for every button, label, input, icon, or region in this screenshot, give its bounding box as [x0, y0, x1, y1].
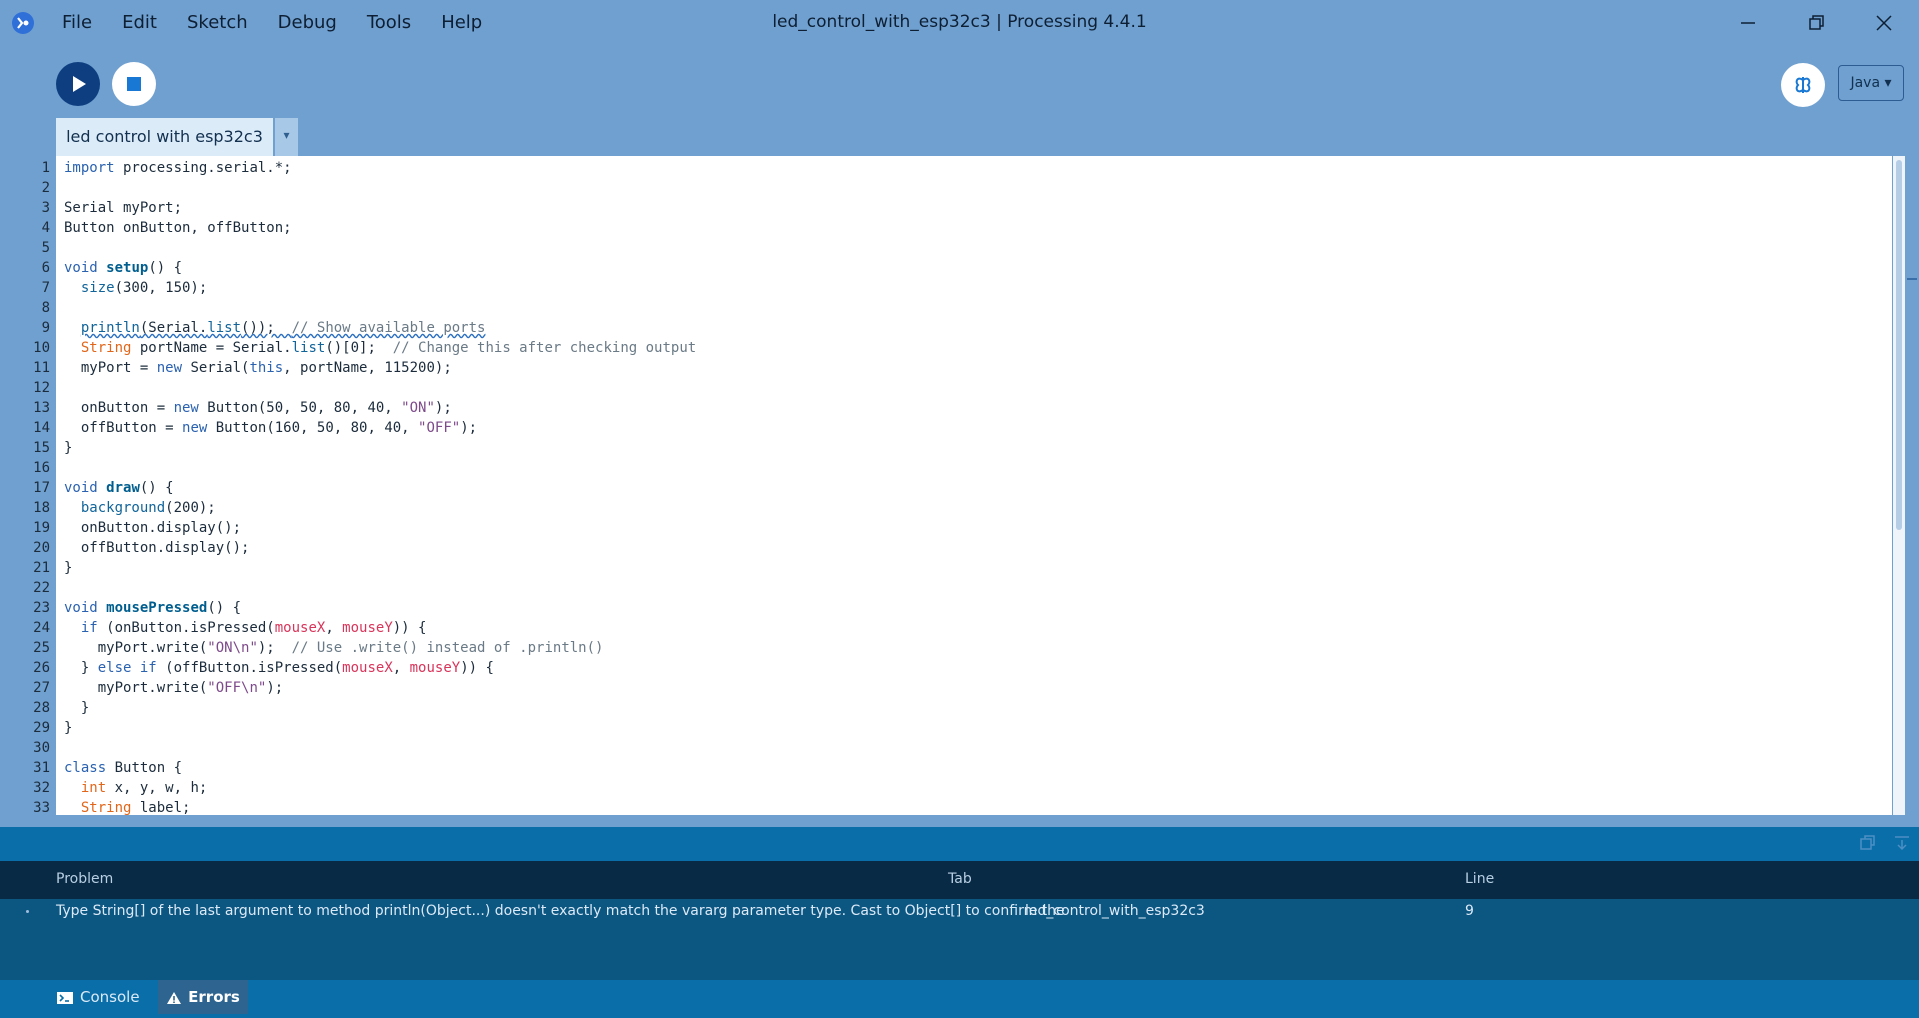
code-line: } else if (offButton.isPressed(mouseX, m…	[64, 660, 494, 676]
line-number: 32	[33, 780, 50, 796]
code-line: class Button {	[64, 760, 183, 776]
code-line: myPort = new Serial(this, portName, 1152…	[64, 360, 452, 376]
line-number: 27	[33, 680, 50, 696]
code-line: offButton = new Button(160, 50, 80, 40, …	[64, 420, 478, 436]
line-number: 15	[33, 440, 50, 456]
code-line: void mousePressed() {	[64, 600, 242, 616]
line-number: 26	[33, 660, 50, 676]
line-number: 6	[41, 260, 50, 276]
code-line: String label;	[80, 800, 191, 815]
line-number: 30	[33, 740, 50, 756]
title-bar: File Edit Sketch Debug Tools Help led_co…	[0, 0, 1919, 46]
code-line: String portName = Serial.list()[0]; // C…	[80, 340, 697, 356]
code-line: }	[64, 440, 73, 456]
line-number: 19	[33, 520, 50, 536]
console-icon	[57, 991, 73, 1004]
play-icon	[73, 76, 86, 92]
line-number: 22	[33, 580, 50, 596]
line-number: 23	[33, 600, 50, 616]
close-icon	[1876, 15, 1892, 31]
line-number: 31	[33, 760, 50, 776]
code-line: Button onButton, offButton;	[64, 220, 292, 236]
close-button[interactable]	[1870, 10, 1898, 36]
code-line: onButton = new Button(50, 50, 80, 40, "O…	[64, 400, 452, 416]
code-line: }	[64, 700, 90, 716]
debugger-button[interactable]	[1781, 63, 1825, 107]
problem-column-header[interactable]: Problem	[56, 871, 113, 887]
mode-selector[interactable]: Java ▾	[1838, 65, 1904, 101]
line-number: 14	[33, 420, 50, 436]
line-number: 28	[33, 700, 50, 716]
panel-header	[0, 827, 1919, 861]
code-line: void setup() {	[64, 260, 183, 276]
console-tab[interactable]: Console	[56, 980, 140, 1014]
code-line: size(300, 150);	[80, 280, 208, 296]
tab-column-header[interactable]: Tab	[948, 871, 972, 887]
line-number: 29	[33, 720, 50, 736]
debug-butterfly-icon	[1795, 77, 1811, 93]
code-line: }	[64, 720, 73, 736]
restore-icon	[1809, 15, 1824, 30]
tab-menu-button[interactable]: ▾	[275, 118, 298, 156]
code-line: offButton.display();	[64, 540, 250, 556]
minimize-icon	[1741, 22, 1755, 24]
copy-panel-icon[interactable]	[1859, 834, 1877, 852]
code-line: Serial myPort;	[64, 200, 183, 216]
problem-tab: led_control_with_esp32c3	[1025, 903, 1205, 919]
line-number: 8	[41, 300, 50, 316]
line-number: 9	[41, 320, 50, 336]
line-number: 12	[33, 380, 50, 396]
stop-icon	[127, 77, 141, 91]
line-number: 17	[33, 480, 50, 496]
line-number: 21	[33, 560, 50, 576]
error-marker[interactable]	[1907, 278, 1917, 280]
code-editor[interactable]: import processing.serial.*; Serial myPor…	[56, 156, 1892, 815]
code-line: myPort.write("ON\n"); // Use .write() in…	[64, 640, 604, 656]
line-number: 7	[41, 280, 50, 296]
errors-tab[interactable]: Errors	[158, 980, 248, 1014]
line-number: 25	[33, 640, 50, 656]
problem-message: Type String[] of the last argument to me…	[56, 903, 1065, 919]
bullet-icon	[26, 910, 29, 913]
line-number: 13	[33, 400, 50, 416]
problem-line: 9	[1465, 903, 1474, 919]
window-title: led_control_with_esp32c3 | Processing 4.…	[772, 12, 1147, 32]
line-column-header[interactable]: Line	[1465, 871, 1494, 887]
warning-icon	[167, 991, 182, 1004]
minimize-panel-icon[interactable]	[1893, 834, 1911, 852]
stop-button[interactable]	[112, 62, 156, 106]
line-number: 2	[41, 180, 50, 196]
code-line: import processing.serial.*;	[64, 160, 292, 176]
errors-tab-label: Errors	[188, 988, 240, 1006]
run-button[interactable]	[56, 62, 100, 106]
code-line: println(Serial.list()); // Show availabl…	[80, 320, 486, 336]
code-line: background(200);	[80, 500, 216, 516]
code-line: }	[64, 560, 73, 576]
code-line: onButton.display();	[64, 520, 242, 536]
panel-tabs-bar	[0, 980, 1919, 1018]
line-number: 16	[33, 460, 50, 476]
code-line: myPort.write("OFF\n");	[64, 680, 284, 696]
minimize-button[interactable]	[1734, 10, 1762, 36]
scrollbar-thumb[interactable]	[1896, 160, 1902, 530]
console-tab-label: Console	[80, 988, 140, 1006]
line-number: 11	[33, 360, 50, 376]
line-number-gutter: 1 2 3 4 5 6 7 8 9 10 11 12 13 14 15 16 17 18 19 20 21 22 23 24 2…	[0, 156, 56, 816]
line-number: 24	[33, 620, 50, 636]
code-line: if (onButton.isPressed(mouseX, mouseY)) …	[80, 620, 427, 636]
code-line: int x, y, w, h;	[80, 780, 208, 796]
line-number: 10	[33, 340, 50, 356]
line-number: 5	[41, 240, 50, 256]
editor-scrollbar[interactable]	[1893, 156, 1905, 815]
restore-button[interactable]	[1802, 10, 1830, 36]
line-number: 33	[33, 800, 50, 816]
line-number: 1	[41, 160, 50, 176]
line-number: 3	[41, 200, 50, 216]
line-number: 4	[41, 220, 50, 236]
line-number: 18	[33, 500, 50, 516]
line-number: 20	[33, 540, 50, 556]
code-line: void draw() {	[64, 480, 174, 496]
tab-led-control[interactable]: led control with esp32c3	[56, 118, 273, 156]
